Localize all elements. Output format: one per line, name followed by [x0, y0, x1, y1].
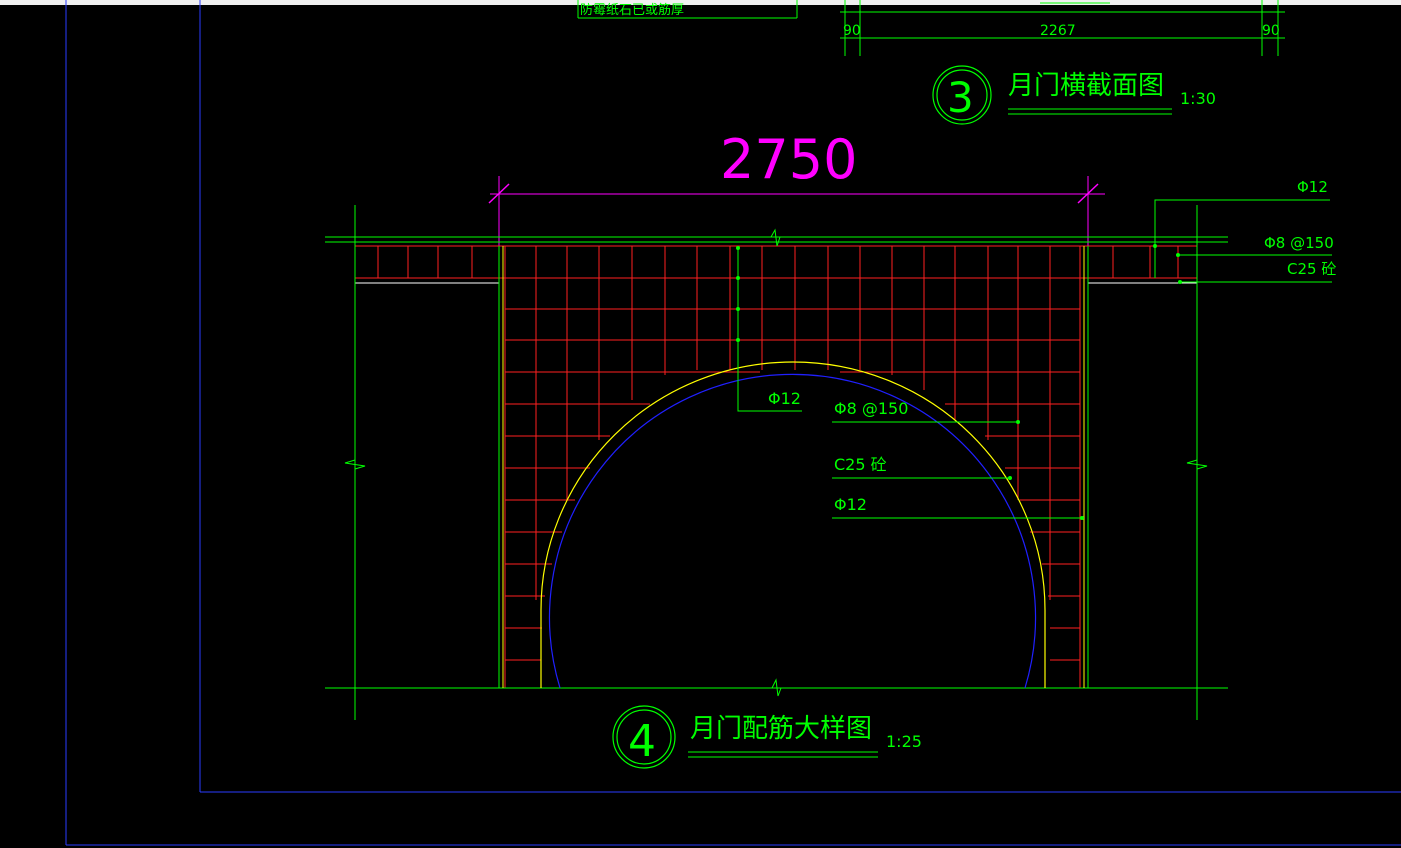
- span-dimension-text: 2750: [720, 128, 857, 191]
- section3-number: 3: [947, 73, 974, 122]
- span-dimension: 2750: [488, 128, 1105, 246]
- dim-left: 90: [843, 23, 861, 39]
- inner-callout-phi12-bottom: Φ12: [834, 495, 867, 514]
- right-callout-c25: C25 砼: [1287, 260, 1336, 278]
- section3-dimensions: 90 2267 90: [840, 0, 1285, 56]
- section3-scale: 1:30: [1180, 89, 1216, 108]
- top-note-box: 防霉纸石已或筋厚: [577, 0, 798, 19]
- section3-title-block: 3 月门横截面图 1:30: [932, 65, 1216, 125]
- dim-right: 90: [1262, 23, 1280, 39]
- inner-callout-phi12-top: Φ12: [768, 389, 801, 408]
- dim-middle: 2267: [1040, 23, 1076, 39]
- inner-callout-phi8: Φ8 @150: [834, 399, 908, 418]
- brick-grid: [354, 245, 1197, 688]
- inner-callout-c25: C25 砼: [834, 455, 887, 474]
- section3-title: 月门横截面图: [1008, 71, 1164, 101]
- top-note-text: 防霉纸石已或筋厚: [580, 2, 684, 18]
- section4-title-block: 4 月门配筋大样图 1:25: [612, 705, 922, 769]
- right-callout-phi12: Φ12: [1297, 178, 1328, 196]
- blue-arch: [548, 373, 1037, 689]
- cad-drawing-canvas[interactable]: 防霉纸石已或筋厚 90 2267 90 3 月门横截面图 1:30 2750 Φ…: [0, 0, 1401, 848]
- section4-title: 月门配筋大样图: [690, 714, 872, 744]
- section4-number: 4: [628, 716, 656, 767]
- inner-callouts: [736, 246, 1084, 520]
- structural-lines: [325, 205, 1228, 720]
- right-callout-phi8: Φ8 @150: [1264, 234, 1334, 252]
- section4-scale: 1:25: [886, 732, 922, 751]
